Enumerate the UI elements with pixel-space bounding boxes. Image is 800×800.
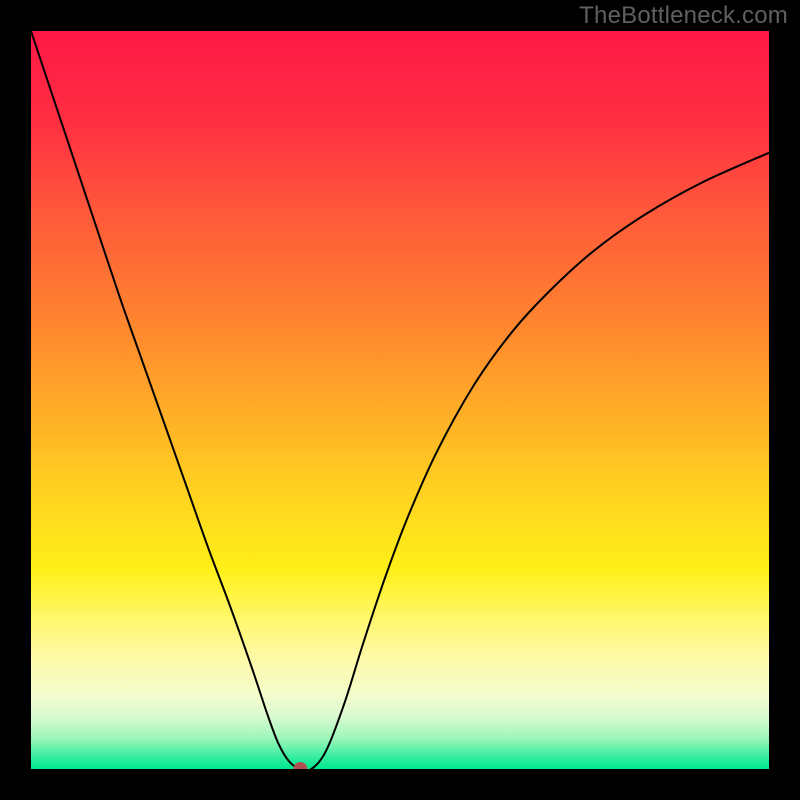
watermark: TheBottleneck.com bbox=[579, 2, 788, 30]
chart-svg bbox=[31, 31, 769, 769]
plot-area bbox=[31, 31, 769, 769]
chart-background bbox=[31, 31, 769, 769]
chart-container: TheBottleneck.com bbox=[0, 0, 800, 800]
